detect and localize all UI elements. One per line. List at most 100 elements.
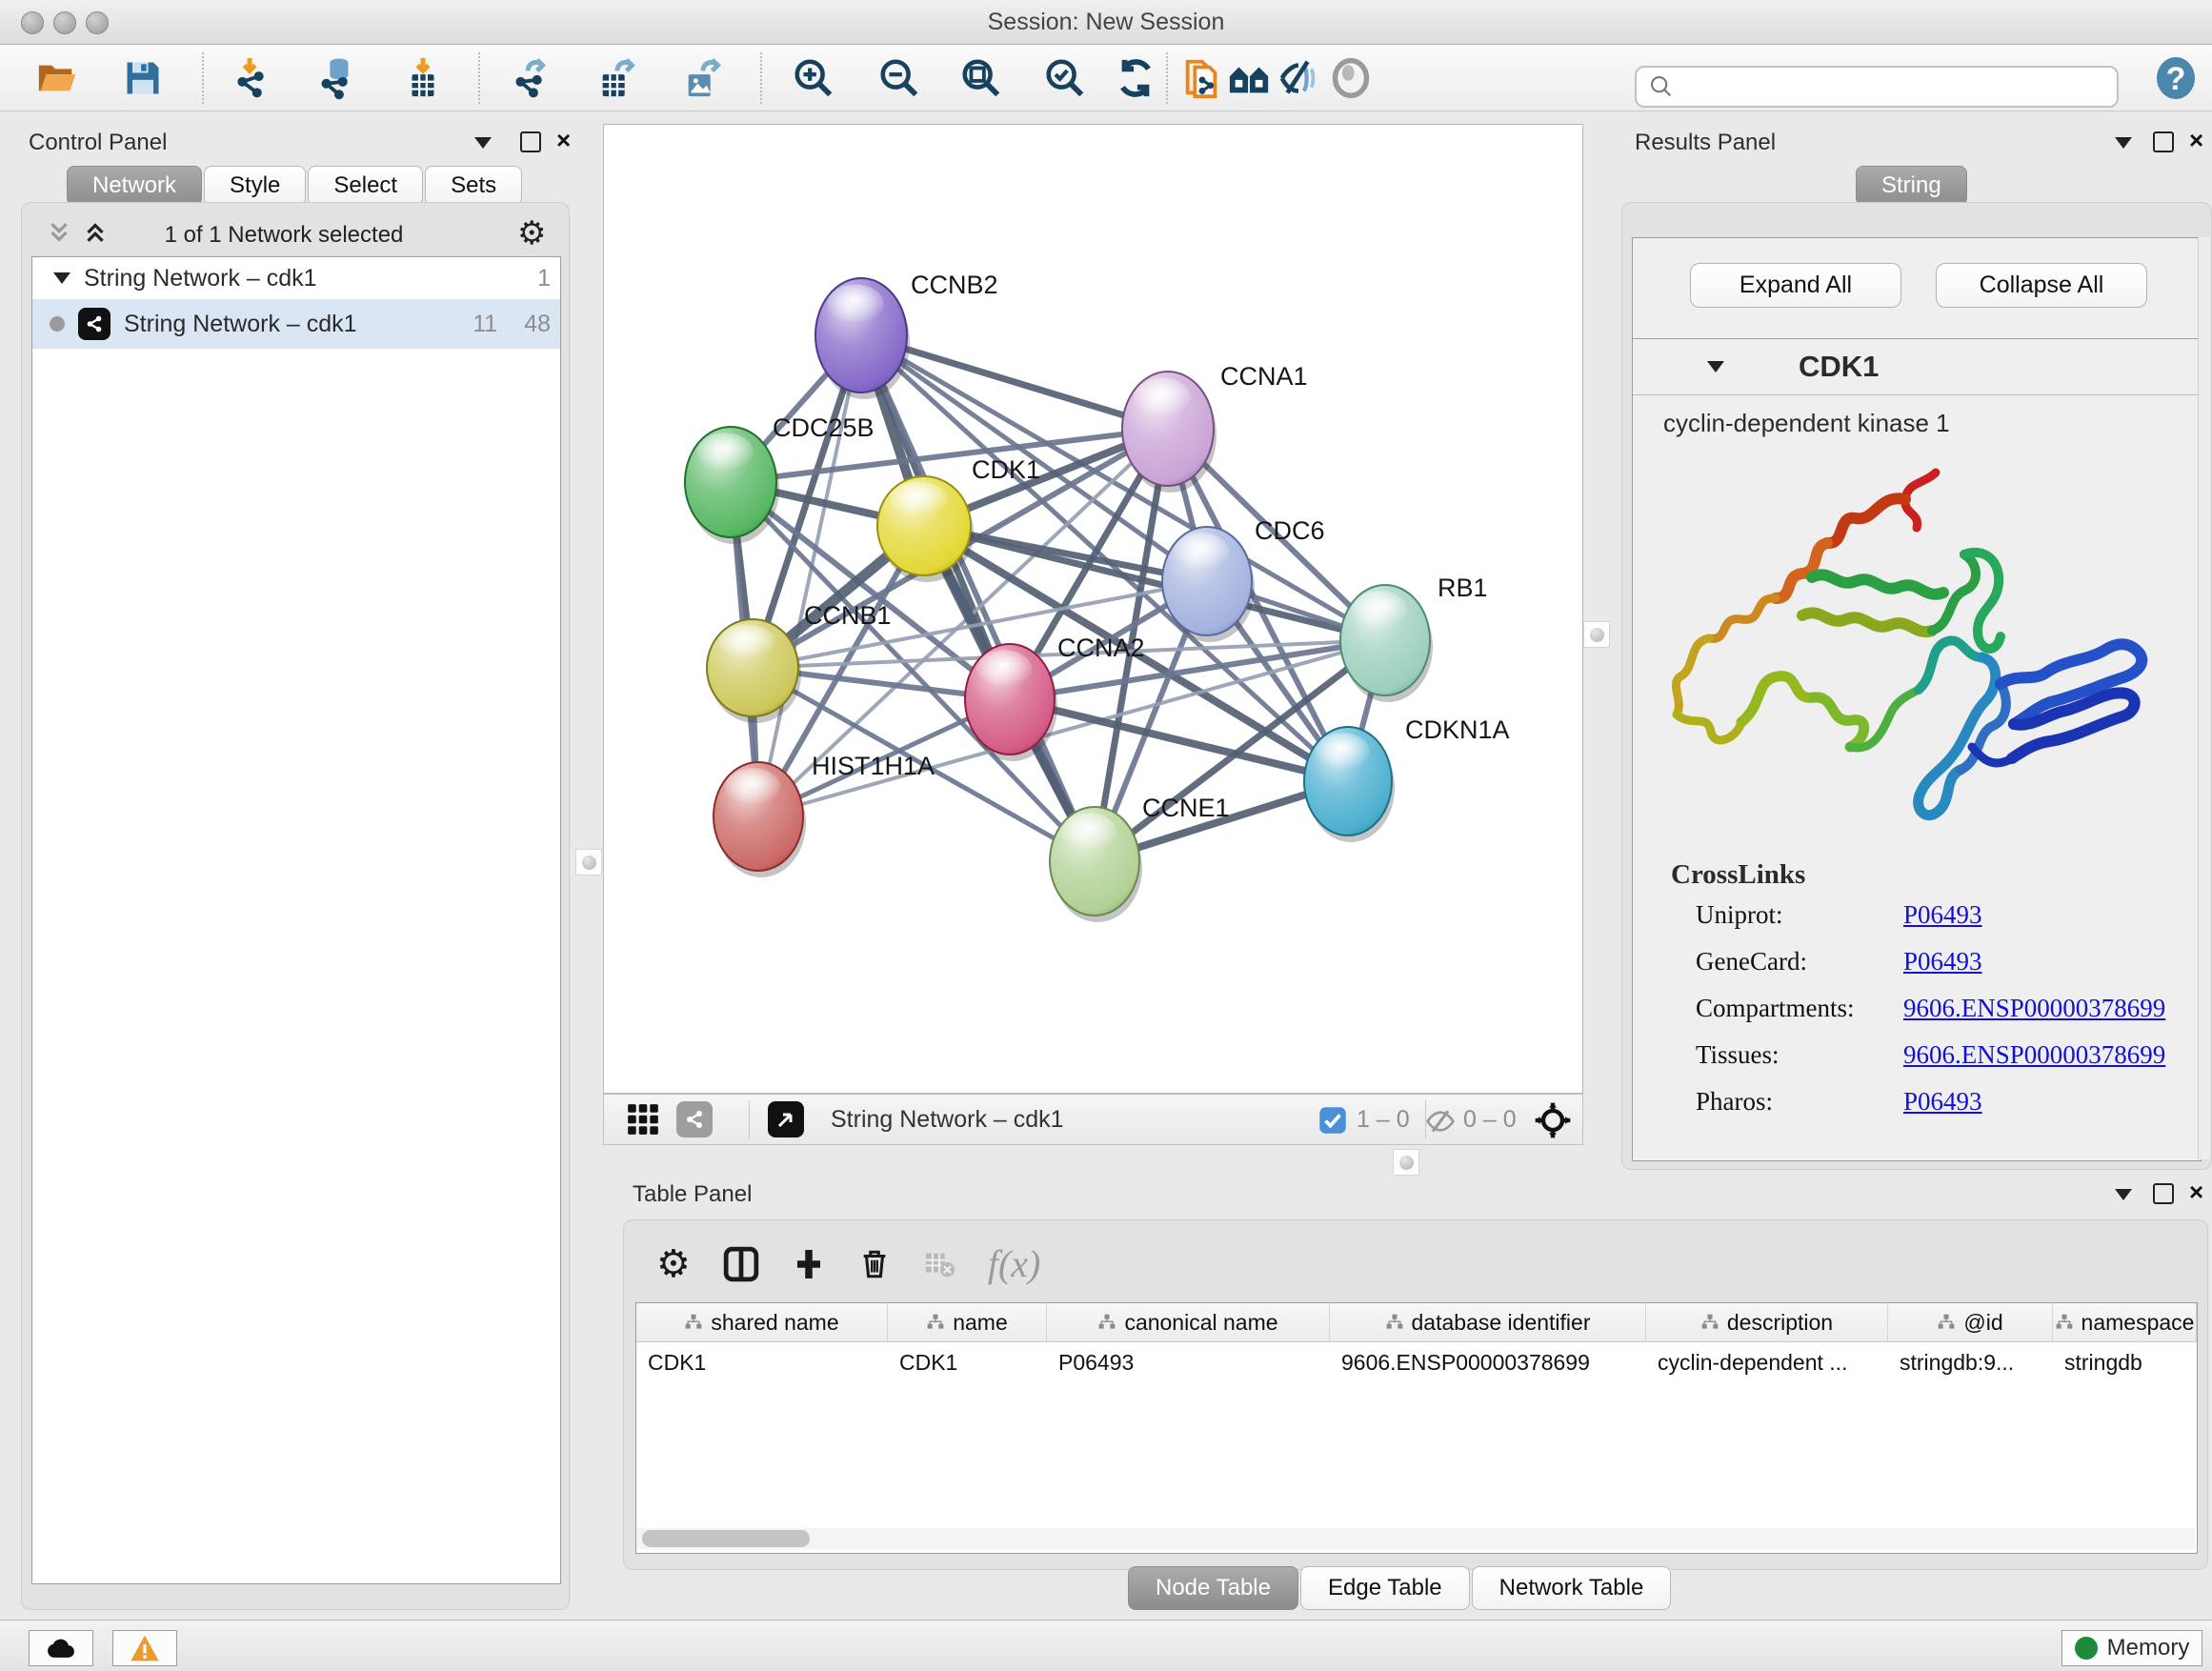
export-image-button[interactable] xyxy=(678,54,728,102)
tab-node-table[interactable]: Node Table xyxy=(1128,1566,1298,1610)
import-table-file-button[interactable] xyxy=(398,54,448,102)
network-view-share-icon[interactable] xyxy=(676,1101,713,1137)
network-collection-row[interactable]: String Network – cdk1 1 xyxy=(32,257,560,299)
crosslink-link[interactable]: P06493 xyxy=(1903,1087,1982,1117)
left-splitter-handle[interactable] xyxy=(575,849,602,876)
column-header-description[interactable]: description xyxy=(1646,1303,1888,1341)
toggle-graphics-button[interactable] xyxy=(1326,54,1376,102)
network-node-CCNE1[interactable]: CCNE1 xyxy=(1050,794,1230,922)
zoom-selected-button[interactable] xyxy=(1040,54,1090,102)
table-hscrollbar-thumb[interactable] xyxy=(642,1530,810,1547)
show-networks-home-button[interactable] xyxy=(1225,54,1275,102)
column-header-shared-name[interactable]: shared name xyxy=(636,1303,888,1341)
hide-details-button[interactable] xyxy=(1274,54,1323,102)
crosslink-link[interactable]: P06493 xyxy=(1903,947,1982,976)
search-input[interactable] xyxy=(1675,73,2098,100)
function-builder-icon[interactable]: f(x) xyxy=(988,1241,1041,1286)
add-column-icon[interactable] xyxy=(792,1245,826,1283)
right-splitter-handle[interactable] xyxy=(1583,621,1610,648)
network-node-HIST1H1A[interactable]: HIST1H1A xyxy=(714,752,935,877)
table-cell[interactable]: P06493 xyxy=(1047,1342,1330,1382)
network-row[interactable]: String Network – cdk1 11 48 xyxy=(32,299,560,349)
selected-checkbox-icon[interactable] xyxy=(1318,1106,1347,1135)
expand-all-button[interactable]: Expand All xyxy=(1690,263,1901,308)
network-node-CDKN1A[interactable]: CDKN1A xyxy=(1304,715,1510,842)
search-box[interactable] xyxy=(1635,66,2119,108)
toolbar-separator xyxy=(202,52,204,104)
tab-style[interactable]: Style xyxy=(204,166,306,206)
select-columns-icon[interactable] xyxy=(723,1245,759,1283)
table-row[interactable]: CDK1CDK1P064939606.ENSP00000378699cyclin… xyxy=(636,1342,2197,1382)
help-button[interactable]: ? xyxy=(2151,54,2201,102)
save-session-button[interactable] xyxy=(118,54,168,102)
expand-all-networks-icon[interactable] xyxy=(81,218,110,247)
table-panel-float-icon[interactable] xyxy=(2153,1183,2174,1204)
table-cell[interactable]: CDK1 xyxy=(636,1342,888,1382)
zoom-fit-button[interactable] xyxy=(956,54,1006,102)
open-session-button[interactable] xyxy=(32,54,82,102)
table-hscrollbar[interactable] xyxy=(636,1528,2195,1549)
gene-entry-header[interactable]: CDK1 xyxy=(1633,339,2201,395)
import-network-database-button[interactable] xyxy=(312,54,362,102)
tab-network[interactable]: Network xyxy=(67,166,202,206)
network-edge-CCNB2-HIST1H1A[interactable] xyxy=(758,335,861,816)
control-panel-close-icon[interactable]: × xyxy=(556,126,571,155)
tab-string[interactable]: String xyxy=(1856,166,1967,206)
zoom-out-icon xyxy=(877,56,921,100)
gene-expander-icon[interactable] xyxy=(1707,361,1724,372)
network-node-RB1[interactable]: RB1 xyxy=(1340,574,1488,702)
tab-edge-table[interactable]: Edge Table xyxy=(1300,1566,1470,1610)
collection-expander-icon[interactable] xyxy=(53,272,70,284)
column-header-namespace[interactable]: namespace xyxy=(2053,1303,2197,1341)
table-cell[interactable]: 9606.ENSP00000378699 xyxy=(1330,1342,1646,1382)
collapse-all-networks-icon[interactable] xyxy=(45,218,73,247)
network-options-gear-icon[interactable]: ⚙ xyxy=(517,214,546,252)
export-network-button[interactable] xyxy=(507,54,556,102)
table-cell[interactable]: cyclin-dependent ... xyxy=(1646,1342,1888,1382)
column-header-name[interactable]: name xyxy=(888,1303,1047,1341)
table-cell[interactable]: CDK1 xyxy=(888,1342,1047,1382)
results-scrollbar[interactable] xyxy=(2198,237,2210,1159)
delete-column-trash-icon[interactable] xyxy=(858,1245,891,1283)
network-edge-CCNB2-CCNE1[interactable] xyxy=(861,335,1095,861)
warnings-button[interactable] xyxy=(112,1630,177,1666)
bottom-splitter-handle[interactable] xyxy=(1393,1149,1419,1176)
control-panel-menu-icon[interactable] xyxy=(474,137,492,149)
table-cell[interactable]: stringdb xyxy=(2053,1342,2197,1382)
crosslink-link[interactable]: 9606.ENSP00000378699 xyxy=(1903,994,2165,1023)
table-panel-close-icon[interactable]: × xyxy=(2189,1178,2203,1207)
fit-selected-crosshair-icon[interactable] xyxy=(1534,1101,1572,1139)
cloud-button[interactable] xyxy=(29,1630,93,1666)
tab-sets[interactable]: Sets xyxy=(425,166,522,206)
network-canvas[interactable]: CCNB2CCNA1CDC25BCDK1CDC6RB1CCNB1CCNA2CDK… xyxy=(603,124,1583,1094)
table-panel-menu-icon[interactable] xyxy=(2115,1189,2132,1200)
tab-select[interactable]: Select xyxy=(308,166,423,206)
zoom-in-button[interactable] xyxy=(789,54,838,102)
grid-view-icon[interactable] xyxy=(625,1101,661,1137)
column-header-canonical-name[interactable]: canonical name xyxy=(1047,1303,1330,1341)
collapse-all-button[interactable]: Collapse All xyxy=(1936,263,2147,308)
crosslink-link[interactable]: P06493 xyxy=(1903,900,1982,930)
tab-network-table[interactable]: Network Table xyxy=(1472,1566,1672,1610)
birds-eye-view-icon[interactable] xyxy=(768,1101,804,1137)
first-neighbors-button[interactable] xyxy=(1177,54,1227,102)
column-header--id[interactable]: @id xyxy=(1888,1303,2053,1341)
node-label-CDC25B: CDC25B xyxy=(773,413,875,442)
export-table-button[interactable] xyxy=(593,54,642,102)
zoom-out-button[interactable] xyxy=(875,54,924,102)
results-panel-close-icon[interactable]: × xyxy=(2189,126,2203,155)
results-panel-float-icon[interactable] xyxy=(2153,131,2174,152)
control-panel-float-icon[interactable] xyxy=(520,131,541,152)
table-settings-gear-icon[interactable]: ⚙ xyxy=(656,1242,691,1286)
crosslink-link[interactable]: 9606.ENSP00000378699 xyxy=(1903,1040,2165,1070)
delete-table-icon[interactable] xyxy=(923,1248,955,1280)
table-cell[interactable]: stringdb:9... xyxy=(1888,1342,2053,1382)
network-node-CDC6[interactable]: CDC6 xyxy=(1162,516,1325,642)
hidden-eye-icon[interactable] xyxy=(1425,1106,1456,1137)
results-panel-menu-icon[interactable] xyxy=(2115,137,2132,149)
memory-button[interactable]: Memory xyxy=(2061,1630,2202,1666)
refresh-button[interactable] xyxy=(1111,54,1160,102)
import-network-file-button[interactable] xyxy=(227,54,276,102)
table-header-row[interactable]: shared namenamecanonical namedatabase id… xyxy=(636,1303,2197,1342)
column-header-database-identifier[interactable]: database identifier xyxy=(1330,1303,1646,1341)
